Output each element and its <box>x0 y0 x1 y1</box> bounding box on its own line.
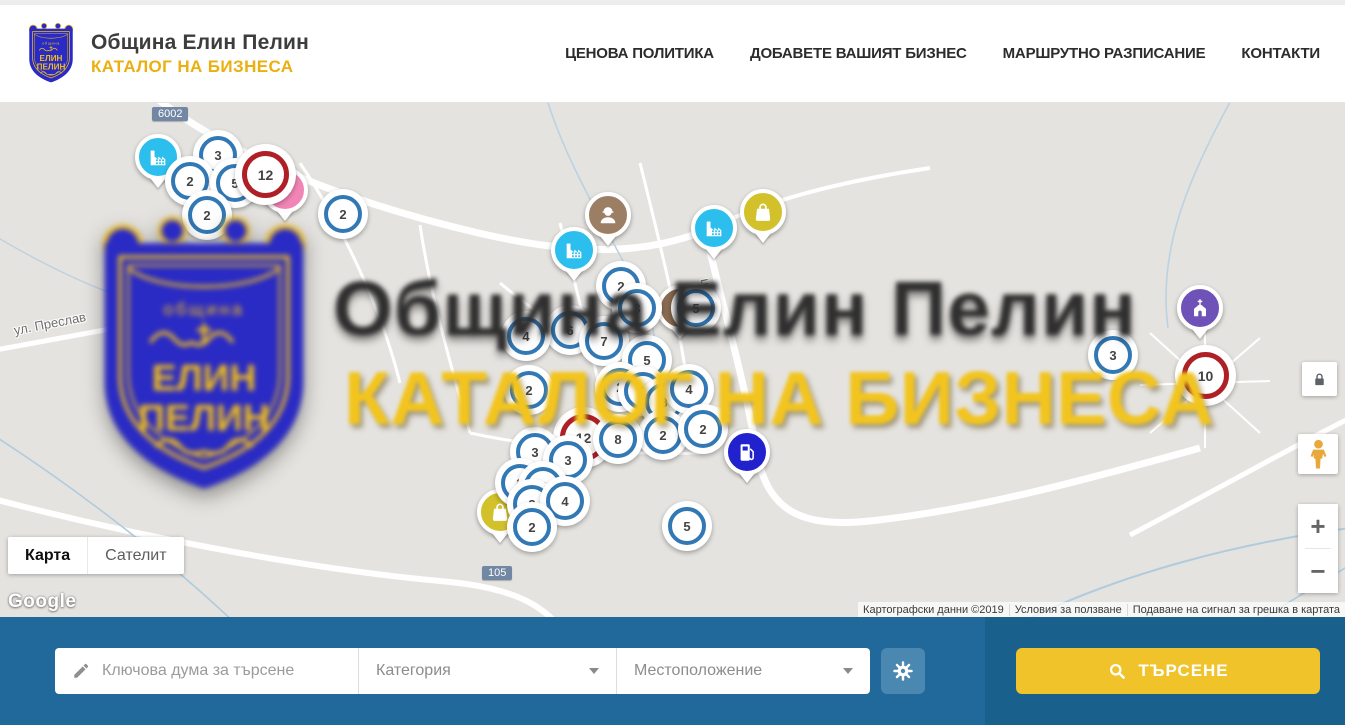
zoom-out-button[interactable]: − <box>1298 549 1338 593</box>
church-pin-marker[interactable] <box>1177 285 1223 331</box>
cluster-marker[interactable]: 2 <box>678 404 728 454</box>
cluster-count: 4 <box>670 370 708 408</box>
svg-text:ПЕЛИН: ПЕЛИН <box>37 62 66 71</box>
municipality-crest-logo: община ЕЛИН ПЕЛИН <box>25 22 77 86</box>
location-dropdown-label: Местоположение <box>634 662 762 680</box>
chevron-down-icon <box>843 668 853 674</box>
bag-pin-marker[interactable] <box>740 189 786 235</box>
cluster-count: 2 <box>188 196 226 234</box>
factory-icon <box>703 217 725 239</box>
cluster-count: 3 <box>1094 336 1132 374</box>
cluster-marker[interactable]: 2 <box>504 365 554 415</box>
attribution-terms-link[interactable]: Условия за ползване <box>1009 604 1127 616</box>
route-shield: 105 <box>482 566 512 580</box>
factory-icon <box>563 239 585 261</box>
category-dropdown[interactable]: Категория <box>358 648 616 694</box>
nav-route-schedule[interactable]: МАРШРУТНО РАЗПИСАНИЕ <box>1003 45 1206 62</box>
cluster-count: 2 <box>684 410 722 448</box>
zoom-control: + − <box>1298 504 1338 593</box>
advanced-settings-button[interactable] <box>881 648 925 694</box>
search-icon <box>1107 661 1127 681</box>
attribution-report-link[interactable]: Подаване на сигнал за грешка в картата <box>1127 604 1345 616</box>
factory-pin-marker[interactable] <box>691 205 737 251</box>
map-type-map-button[interactable]: Карта <box>8 537 87 574</box>
chevron-down-icon <box>589 668 599 674</box>
google-logo[interactable]: Google <box>8 591 76 613</box>
search-button-label: ТЪРСЕНЕ <box>1138 661 1228 681</box>
attribution-data-label: Картографски данни ©2019 <box>858 604 1009 616</box>
cluster-marker[interactable]: 3 <box>1088 330 1138 380</box>
map-type-control: Карта Сателит <box>8 537 184 574</box>
worker-icon <box>597 204 619 226</box>
pencil-icon <box>72 662 90 680</box>
nav-pricing-policy[interactable]: ЦЕНОВА ПОЛИТИКА <box>565 45 714 62</box>
location-dropdown[interactable]: Местоположение <box>616 648 870 694</box>
fuel-pin-marker[interactable] <box>724 429 770 475</box>
cluster-count: 5 <box>668 507 706 545</box>
shopping-bag-icon <box>752 201 774 223</box>
cluster-count: 12 <box>242 151 289 198</box>
cluster-marker[interactable]: 5 <box>662 501 712 551</box>
church-icon <box>1189 297 1211 319</box>
svg-text:ЕЛИН: ЕЛИН <box>40 53 63 62</box>
cluster-count: 10 <box>1182 352 1229 399</box>
zoom-in-button[interactable]: + <box>1298 504 1338 548</box>
nav-contacts[interactable]: КОНТАКТИ <box>1241 45 1320 62</box>
cluster-marker[interactable]: 12 <box>235 144 296 205</box>
street-view-pegman-button[interactable] <box>1298 434 1338 474</box>
pegman-icon <box>1308 439 1329 470</box>
cluster-count: 2 <box>510 371 548 409</box>
category-dropdown-label: Категория <box>376 662 451 680</box>
keyword-field[interactable] <box>55 648 358 694</box>
nav-add-your-business[interactable]: ДОБАВЕТЕ ВАШИЯТ БИЗНЕС <box>750 45 967 62</box>
gear-icon <box>891 659 915 683</box>
search-fields: Категория Местоположение <box>55 648 870 694</box>
cluster-marker[interactable]: 2 <box>507 502 557 552</box>
keyword-search-input[interactable] <box>102 662 341 680</box>
cluster-marker[interactable]: 8 <box>593 414 643 464</box>
cluster-count: 3 <box>618 289 656 327</box>
site-title: Община Елин Пелин <box>91 31 309 55</box>
cluster-marker[interactable]: 10 <box>1175 345 1236 406</box>
main-nav: ЦЕНОВА ПОЛИТИКА ДОБАВЕТЕ ВАШИЯТ БИЗНЕС МАР… <box>565 45 1320 62</box>
factory-pin-marker[interactable] <box>551 227 597 273</box>
cluster-count: 8 <box>599 420 637 458</box>
cluster-count: 2 <box>324 195 362 233</box>
factory-icon <box>147 146 169 168</box>
cluster-count: 2 <box>513 508 551 546</box>
brand-home-link[interactable]: община ЕЛИН ПЕЛИН Община Елин Пелин КАТА… <box>25 22 309 86</box>
cluster-marker[interactable]: 2 <box>182 190 232 240</box>
cluster-marker[interactable]: 5 <box>671 283 721 333</box>
cluster-count: 5 <box>677 289 715 327</box>
search-button[interactable]: ТЪРСЕНЕ <box>1016 648 1320 694</box>
worker-pin-marker[interactable] <box>585 192 631 238</box>
brand-text: Община Елин Пелин КАТАЛОГ НА БИЗНЕСА <box>91 31 309 77</box>
svg-text:община: община <box>42 40 60 45</box>
cluster-count: 2 <box>644 416 682 454</box>
route-shield: 6002 <box>152 107 188 121</box>
fuel-pump-icon <box>736 441 758 463</box>
cluster-count: 7 <box>585 322 623 360</box>
search-bar: Категория Местоположение <box>0 617 1345 725</box>
map-canvas[interactable]: 6002105ул. Преславбул. „Новоселция" 3251… <box>0 103 1345 617</box>
header: община ЕЛИН ПЕЛИН Община Елин Пелин КАТА… <box>0 5 1345 103</box>
lock-button[interactable] <box>1302 362 1337 396</box>
lock-icon <box>1311 371 1328 388</box>
cluster-count: 4 <box>507 317 545 355</box>
site-subtitle: КАТАЛОГ НА БИЗНЕСА <box>91 57 309 77</box>
cluster-marker[interactable]: 4 <box>501 311 551 361</box>
cluster-marker[interactable]: 2 <box>318 189 368 239</box>
map-attribution: Картографски данни ©2019 Условия за полз… <box>858 602 1345 617</box>
map-type-satellite-button[interactable]: Сателит <box>87 537 183 574</box>
